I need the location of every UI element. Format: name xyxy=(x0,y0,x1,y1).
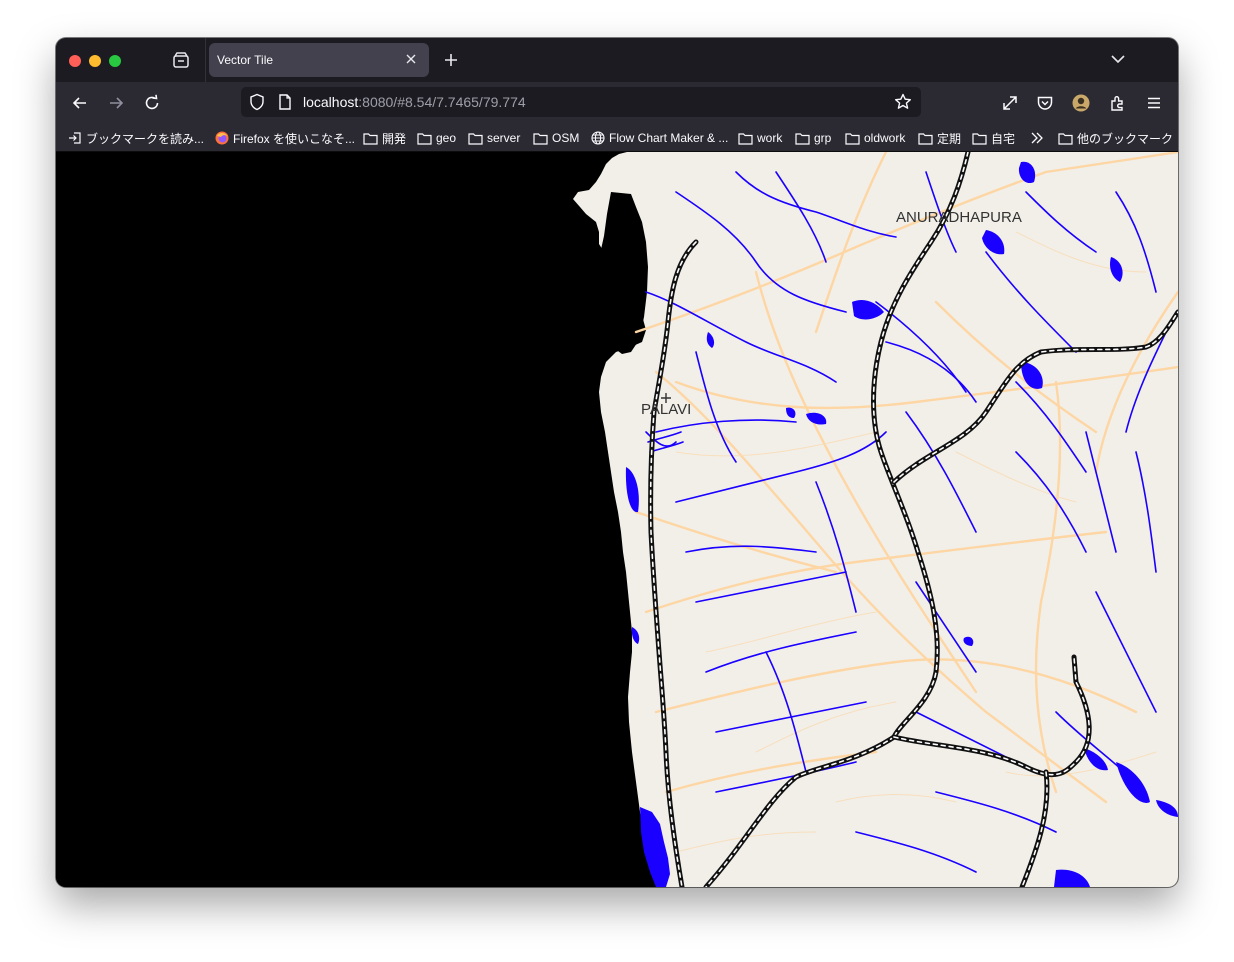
bookmarks-overflow-icon[interactable] xyxy=(1029,129,1049,147)
bookmark-label: 開発 xyxy=(382,131,407,146)
bookmark-label: Flow Chart Maker & ... xyxy=(609,131,729,145)
globe-icon xyxy=(591,131,605,145)
folder-icon xyxy=(1058,132,1073,145)
bookmark-folder-work[interactable]: work xyxy=(738,129,782,147)
bookmark-label: Firefox を使いこなそ... xyxy=(233,131,356,146)
folder-icon xyxy=(533,132,548,145)
folder-icon xyxy=(738,132,753,145)
bookmark-folder-home[interactable]: 自宅 xyxy=(972,129,1015,147)
bookmark-firefox[interactable]: Firefox を使いこなそ... xyxy=(215,129,355,147)
label-palavi: PALAVI xyxy=(641,401,691,418)
extensions-icon[interactable] xyxy=(1108,93,1128,113)
close-window-button[interactable] xyxy=(69,55,81,67)
folder-icon xyxy=(795,132,810,145)
chevron-down-icon[interactable] xyxy=(1110,51,1126,67)
label-anuradhapura: ANURADHAPURA xyxy=(896,209,1022,226)
land-area xyxy=(573,152,1178,887)
folder-icon xyxy=(417,132,432,145)
folder-icon xyxy=(972,132,987,145)
folder-icon xyxy=(468,132,483,145)
browser-window: Vector Tile localhost:8080/#8.54/7.7465/… xyxy=(56,38,1178,887)
tab-title: Vector Tile xyxy=(217,53,274,67)
new-tab-icon[interactable] xyxy=(442,51,460,69)
minimize-window-button[interactable] xyxy=(89,55,101,67)
url-host: localhost xyxy=(303,94,359,110)
folder-icon xyxy=(363,132,378,145)
bookmark-label: 自宅 xyxy=(991,131,1016,146)
tab-active[interactable]: Vector Tile xyxy=(209,43,429,77)
import-icon xyxy=(69,132,81,144)
bookmark-folder-dev[interactable]: 開発 xyxy=(363,129,406,147)
bookmark-folder-server[interactable]: server xyxy=(468,129,520,147)
bookmark-label: OSM xyxy=(552,131,580,145)
bookmark-label: 他のブックマーク xyxy=(1077,131,1174,146)
shield-icon[interactable] xyxy=(247,92,267,112)
zoom-window-button[interactable] xyxy=(109,55,121,67)
pocket-icon[interactable] xyxy=(1035,93,1055,113)
vector-tile-map[interactable]: ANURADHAPURA PALAVI xyxy=(56,152,1178,887)
url-path: :8080/#8.54/7.7465/79.774 xyxy=(358,94,526,110)
page-icon[interactable] xyxy=(275,92,295,112)
tab-bar: Vector Tile xyxy=(56,38,1178,82)
bookmark-label: grp xyxy=(814,131,832,145)
bookmark-folder-geo[interactable]: geo xyxy=(417,129,456,147)
tab-separator xyxy=(205,38,206,82)
url-bar[interactable]: localhost:8080/#8.54/7.7465/79.774 xyxy=(241,87,921,117)
firefox-icon xyxy=(215,131,229,145)
bookmark-label: geo xyxy=(436,131,457,145)
bookmarks-toolbar: ブックマークを読み... Firefox を使いこなそ... 開発 geo se… xyxy=(56,124,1178,152)
bookmark-folder-grp[interactable]: grp xyxy=(795,129,831,147)
forward-icon[interactable] xyxy=(106,93,126,113)
bookmark-label: work xyxy=(757,131,783,145)
back-icon[interactable] xyxy=(70,93,90,113)
url-text[interactable]: localhost:8080/#8.54/7.7465/79.774 xyxy=(303,94,526,110)
folder-icon xyxy=(918,132,933,145)
reload-icon[interactable] xyxy=(142,93,162,113)
bookmark-label: oldwork xyxy=(864,131,906,145)
bookmark-other-folder[interactable]: 他のブックマーク xyxy=(1058,129,1173,147)
bookmark-flowchart[interactable]: Flow Chart Maker & ... xyxy=(591,129,728,147)
bookmark-label: server xyxy=(487,131,521,145)
bookmark-folder-teiki[interactable]: 定期 xyxy=(918,129,961,147)
folder-icon xyxy=(845,132,860,145)
map-viewport[interactable]: ANURADHAPURA PALAVI xyxy=(56,152,1178,887)
star-icon[interactable] xyxy=(893,92,913,112)
account-icon[interactable] xyxy=(1071,93,1091,113)
bookmark-label: ブックマークを読み... xyxy=(86,131,205,146)
bookmark-folder-oldwork[interactable]: oldwork xyxy=(845,129,905,147)
fullscreen-icon[interactable] xyxy=(1000,93,1020,113)
tab-overview-icon[interactable] xyxy=(170,50,192,72)
navigation-toolbar: localhost:8080/#8.54/7.7465/79.774 xyxy=(56,82,1178,124)
close-tab-icon[interactable] xyxy=(403,51,419,67)
menu-icon[interactable] xyxy=(1144,93,1164,113)
bookmark-label: 定期 xyxy=(937,131,962,146)
bookmark-folder-osm[interactable]: OSM xyxy=(533,129,579,147)
bookmark-import[interactable]: ブックマークを読み... xyxy=(68,129,204,147)
